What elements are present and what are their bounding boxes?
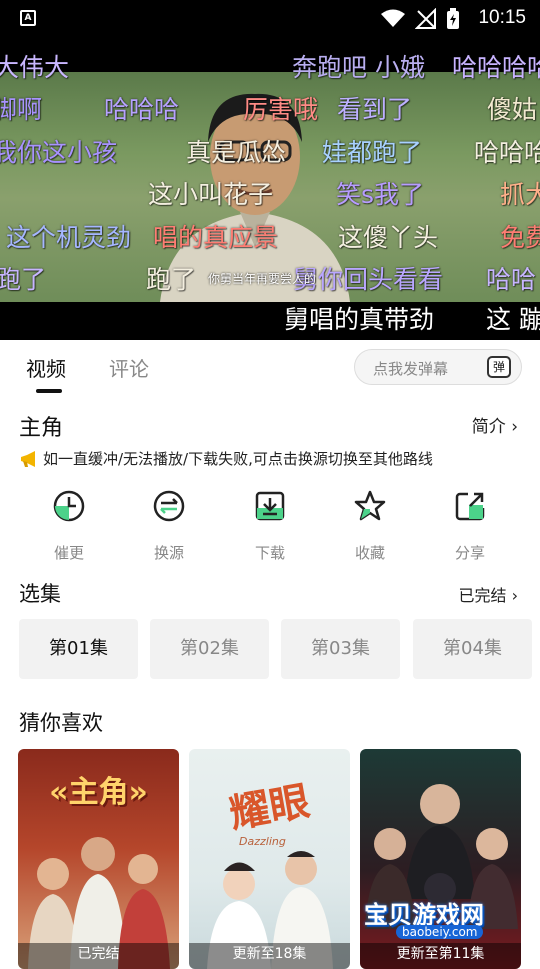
- status-time: 10:15: [478, 7, 526, 28]
- recommend-card[interactable]: 宝贝游戏网 baobeiy.com 更新至第11集: [360, 749, 521, 969]
- episode-item[interactable]: 第02集: [150, 619, 269, 679]
- episode-list: 第01集 第02集 第03集 第04集: [19, 619, 539, 679]
- poster-caption: 已完结: [18, 943, 179, 969]
- danmaku-comment: 跑了: [146, 265, 197, 294]
- wifi-icon: [381, 9, 405, 27]
- megaphone-icon: [21, 450, 35, 467]
- danmaku-comment: 厉害哦: [243, 95, 319, 124]
- poster-caption: 更新至18集: [189, 943, 350, 969]
- episodes-status-link[interactable]: 已完结 ›: [459, 582, 519, 606]
- danmaku-comment: 这 蹦: [486, 305, 540, 334]
- danmu-input[interactable]: 点我发弹幕 弹: [354, 349, 522, 385]
- danmaku-comment: 哈哈哈哈: [452, 53, 540, 82]
- intro-link[interactable]: 简介 ›: [472, 412, 518, 437]
- action-bar: 催更 换源 下载 收藏 分享: [0, 484, 540, 564]
- app-notification-icon: A: [20, 10, 36, 26]
- download-button[interactable]: 下载: [230, 484, 310, 563]
- clock-icon: [53, 490, 85, 522]
- poster-subtitle: Dazzling: [239, 835, 286, 848]
- recommend-title: 猜你喜欢: [19, 711, 103, 735]
- active-tab-indicator: [36, 389, 62, 393]
- episode-item[interactable]: 第03集: [281, 619, 400, 679]
- download-icon: [255, 491, 285, 521]
- recommend-card[interactable]: 耀眼 Dazzling 更新至18集: [189, 749, 350, 969]
- danmaku-comment: 哈哈: [486, 265, 537, 294]
- action-label: 换源: [153, 544, 184, 562]
- poster-title: «主角»: [49, 775, 148, 810]
- no-signal-icon: [415, 8, 436, 29]
- danmaku-comment: 这傻丫头: [338, 223, 439, 252]
- danmaku-comment: 免费: [500, 223, 540, 252]
- episode-item[interactable]: 第04集: [413, 619, 532, 679]
- notice-text: 如一直缓冲/无法播放/下载失败,可点击换源切换至其他路线: [43, 450, 433, 468]
- danmaku-comment: 看到了: [337, 95, 413, 124]
- action-label: 下载: [254, 544, 285, 562]
- danmaku-comment: 脚啊: [0, 95, 43, 124]
- danmaku-comment: 奔跑吧 小娥: [292, 53, 425, 82]
- recommend-list: «主角» 已完结 耀眼 Dazzling 更新至18集 宝贝游戏网 baobei…: [0, 749, 540, 969]
- action-label: 收藏: [354, 544, 385, 562]
- page-title: 主角: [19, 416, 64, 441]
- battery-icon: [447, 8, 459, 29]
- poster-caption: 更新至第11集: [360, 943, 521, 969]
- danmu-send-icon[interactable]: 弹: [487, 356, 511, 378]
- danmaku-comment: 跑了: [0, 265, 47, 294]
- poster-title: 耀眼: [226, 778, 314, 838]
- video-subtitle: 你舅当年再要尝人的: [208, 272, 317, 286]
- remind-update-button[interactable]: 催更: [29, 484, 109, 563]
- action-label: 分享: [454, 544, 485, 562]
- danmaku-comment: 抓大: [500, 180, 540, 209]
- show-header: 主角 简介 ›: [0, 404, 540, 444]
- danmaku-comment: 哈哈哈: [104, 95, 180, 124]
- tab-video[interactable]: 视频: [26, 353, 66, 382]
- danmaku-comment: 我你这小孩: [0, 138, 118, 167]
- favorite-button[interactable]: 收藏: [330, 484, 410, 563]
- danmaku-comment: 唱的真应景: [153, 223, 279, 252]
- share-icon: [455, 492, 485, 521]
- episodes-header: 选集 已完结 ›: [0, 574, 540, 614]
- danmaku-comment: 笑s我了: [336, 180, 425, 209]
- share-button[interactable]: 分享: [430, 484, 510, 563]
- tab-comments[interactable]: 评论: [109, 353, 149, 382]
- switch-source-button[interactable]: 换源: [129, 484, 209, 563]
- episode-item[interactable]: 第01集: [19, 619, 138, 679]
- danmaku-comment: 大伟大: [0, 53, 70, 82]
- danmaku-comment: 这个机灵劲: [6, 223, 132, 252]
- playback-notice: 如一直缓冲/无法播放/下载失败,可点击换源切换至其他路线: [19, 448, 433, 469]
- danmaku-comment: 傻姑: [487, 95, 538, 124]
- status-bar: A 10:15: [0, 0, 540, 38]
- video-player[interactable]: 大伟大 奔跑吧 小娥 哈哈哈哈 脚啊 哈哈哈 厉害哦 看到了 傻姑 我你这小孩 真是瓜怂 娃都跑了哈…: [0, 38, 540, 340]
- star-icon: [354, 490, 386, 521]
- danmaku-comment: 娃都跑了: [322, 138, 423, 167]
- danmaku-comment: 哈哈哈: [474, 138, 540, 167]
- tab-bar: 视频 评论 点我发弹幕 弹: [0, 340, 540, 400]
- episodes-title: 选集: [19, 582, 61, 606]
- switch-source-icon: [153, 490, 185, 522]
- danmaku-comment: 舅唱的真带劲: [284, 305, 435, 334]
- danmaku-comment: 这小叫花子: [148, 180, 274, 209]
- danmu-input-placeholder: 点我发弹幕: [373, 360, 449, 378]
- recommend-card[interactable]: «主角» 已完结: [18, 749, 179, 969]
- action-label: 催更: [53, 544, 84, 562]
- watermark-url: baobeiy.com: [396, 925, 484, 939]
- danmaku-comment: 真是瓜怂: [186, 138, 287, 167]
